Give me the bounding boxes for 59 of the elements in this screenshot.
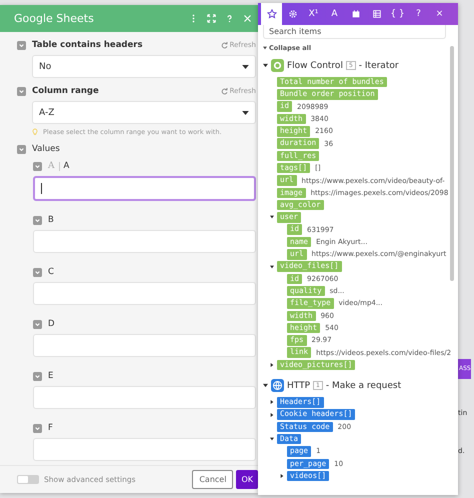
scrollbar[interactable] bbox=[450, 46, 454, 281]
collapse-icon[interactable] bbox=[17, 40, 26, 50]
collapse-icon[interactable] bbox=[33, 268, 42, 276]
collapse-icon[interactable] bbox=[17, 144, 26, 154]
expand-arrow-icon[interactable] bbox=[270, 362, 274, 367]
module-action: - Iterator bbox=[358, 60, 399, 70]
field-label: Column range bbox=[32, 86, 100, 96]
expand-arrow-icon[interactable] bbox=[263, 383, 268, 388]
expand-arrow-icon[interactable] bbox=[270, 437, 274, 442]
help-icon[interactable] bbox=[225, 14, 234, 23]
gear-icon bbox=[288, 9, 298, 19]
module-action: - Make a request bbox=[326, 380, 402, 391]
caret-icon bbox=[242, 64, 249, 68]
search-field[interactable]: Search items bbox=[263, 25, 446, 39]
expand-arrow-icon[interactable] bbox=[280, 474, 284, 478]
module-name: HTTP bbox=[287, 380, 310, 391]
field-label: F bbox=[48, 423, 53, 433]
field-label: Table contains headers bbox=[32, 40, 144, 50]
panel-tab[interactable]: ? bbox=[408, 3, 429, 25]
expand-arrow-icon[interactable] bbox=[270, 412, 274, 417]
field-label: C bbox=[48, 267, 54, 277]
expand-arrow-icon[interactable] bbox=[263, 63, 268, 68]
dropdown-field[interactable]: A-Z bbox=[32, 101, 256, 124]
field-label: D bbox=[48, 319, 55, 329]
lightbulb-icon bbox=[32, 128, 38, 136]
caret-icon bbox=[263, 46, 267, 50]
expand-icon[interactable] bbox=[207, 14, 216, 23]
calendar-icon bbox=[350, 9, 360, 19]
panel-tab[interactable]: A bbox=[324, 3, 345, 25]
collapse-icon[interactable] bbox=[17, 86, 26, 96]
collapse-icon[interactable] bbox=[33, 320, 42, 328]
collapse-icon[interactable] bbox=[33, 162, 42, 170]
field-label: B bbox=[48, 215, 54, 225]
field-label: E bbox=[48, 371, 54, 381]
star-icon bbox=[266, 9, 276, 19]
text-input[interactable] bbox=[33, 176, 256, 201]
star-tab[interactable] bbox=[261, 3, 282, 25]
collapse-icon[interactable] bbox=[33, 372, 42, 380]
dropdown-field[interactable]: No bbox=[32, 55, 256, 78]
caret-icon bbox=[242, 110, 249, 114]
field-label: Values bbox=[32, 144, 61, 154]
panel-tab[interactable]: × bbox=[429, 3, 450, 25]
expand-arrow-icon[interactable] bbox=[270, 264, 274, 269]
panel-tab[interactable]: { } bbox=[387, 3, 408, 25]
close-icon[interactable] bbox=[243, 14, 252, 23]
toggle-switch[interactable] bbox=[17, 475, 39, 484]
refresh-icon[interactable] bbox=[220, 42, 228, 48]
collapse-icon[interactable] bbox=[33, 216, 42, 224]
expand-arrow-icon[interactable] bbox=[270, 215, 274, 220]
refresh-icon[interactable] bbox=[220, 88, 228, 94]
ok-button[interactable]: OK bbox=[236, 470, 258, 489]
dialog-title: Google Sheets bbox=[14, 12, 95, 25]
panel-tab[interactable]: X¹ bbox=[303, 3, 324, 25]
expand-arrow-icon[interactable] bbox=[270, 400, 274, 404]
table-icon bbox=[372, 9, 382, 19]
cancel-button[interactable]: Cancel bbox=[192, 470, 234, 489]
collapse-icon[interactable] bbox=[33, 424, 42, 432]
module-name: Flow Control bbox=[287, 60, 343, 70]
field-label: A bbox=[64, 161, 70, 171]
